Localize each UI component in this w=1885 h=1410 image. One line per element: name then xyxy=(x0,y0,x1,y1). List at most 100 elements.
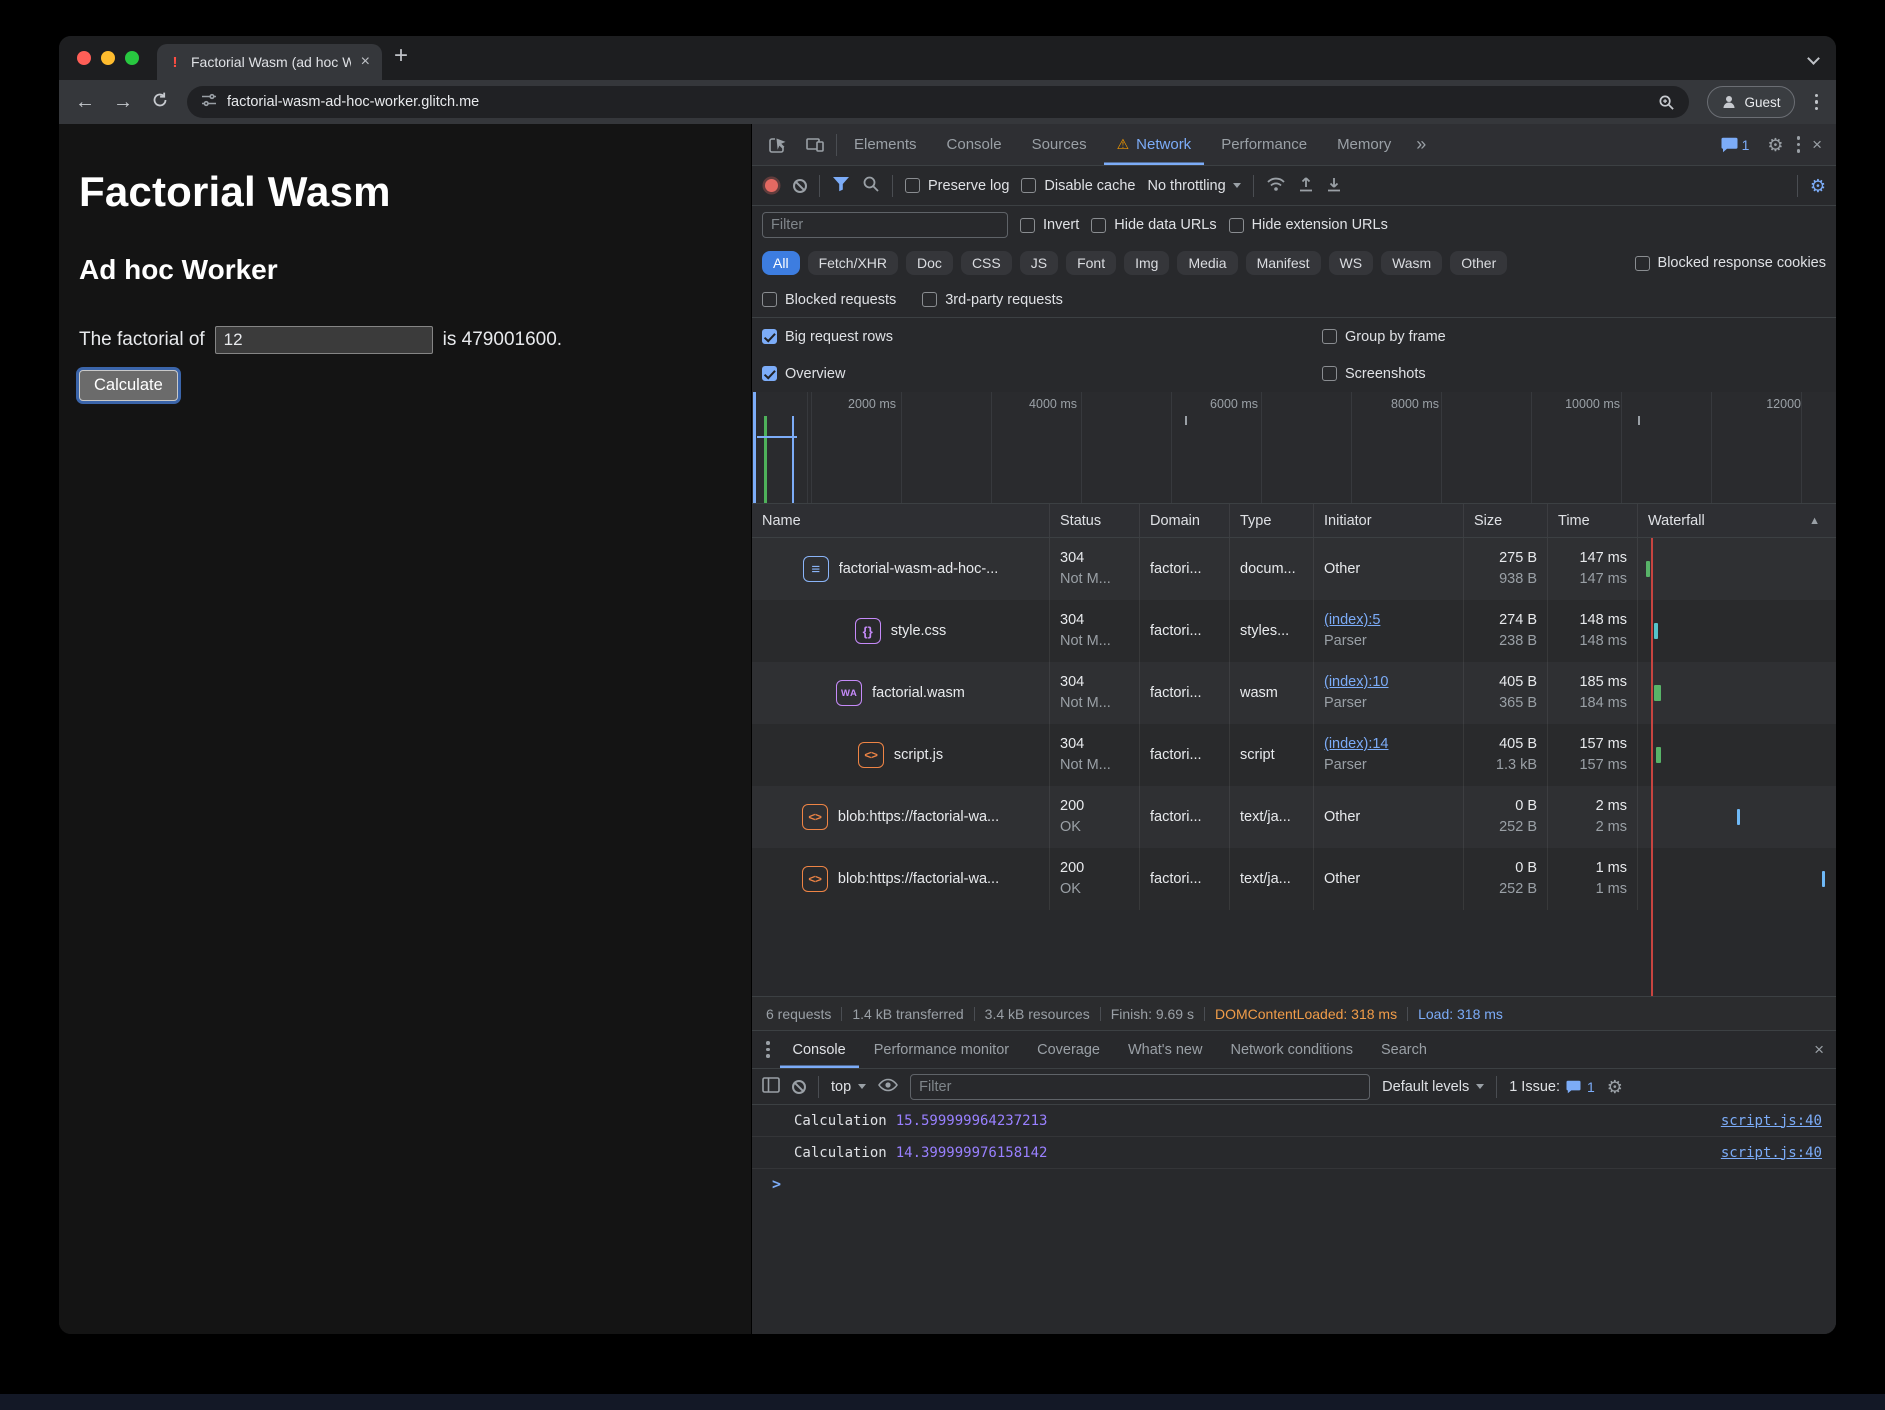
table-row[interactable]: <> blob:https://factorial-wa... 200OK fa… xyxy=(752,848,1836,910)
devtools-settings-button[interactable]: ⚙ xyxy=(1760,132,1790,158)
filter-chip-font[interactable]: Font xyxy=(1066,251,1116,275)
table-row[interactable]: ≡ factorial-wasm-ad-hoc-... 304Not M... … xyxy=(752,538,1836,600)
initiator-link[interactable]: (index):10 xyxy=(1324,672,1453,693)
big-request-rows-option[interactable]: Big request rows xyxy=(762,329,1310,345)
column-header-size[interactable]: Size xyxy=(1464,504,1548,537)
record-network-log-button[interactable] xyxy=(765,179,778,192)
filter-chip-wasm[interactable]: Wasm xyxy=(1381,251,1442,275)
preserve-log-option[interactable]: Preserve log xyxy=(905,178,1009,194)
drawer-tab-network-conditions[interactable]: Network conditions xyxy=(1217,1031,1366,1068)
disable-cache-checkbox[interactable] xyxy=(1021,178,1036,193)
issues-counter-button[interactable]: 1 xyxy=(1714,133,1757,157)
network-filter-input[interactable] xyxy=(762,212,1008,238)
drawer-tab-console[interactable]: Console xyxy=(780,1031,859,1068)
tab-search-button[interactable] xyxy=(1809,50,1818,68)
filter-toggle-button[interactable] xyxy=(832,176,850,196)
factorial-input[interactable] xyxy=(215,326,433,354)
profile-button[interactable]: Guest xyxy=(1707,86,1794,118)
import-har-button[interactable] xyxy=(1298,175,1314,197)
devtools-close-button[interactable]: × xyxy=(1806,134,1828,155)
throttling-dropdown[interactable]: No throttling xyxy=(1147,178,1240,194)
drawer-tab-performance-monitor[interactable]: Performance monitor xyxy=(861,1031,1022,1068)
minimize-window-button[interactable] xyxy=(101,51,115,65)
overview-option[interactable]: Overview xyxy=(762,366,1310,382)
zoom-indicator[interactable] xyxy=(1658,94,1675,111)
devtools-tab-memory[interactable]: Memory xyxy=(1324,124,1404,165)
filter-chip-manifest[interactable]: Manifest xyxy=(1246,251,1321,275)
reload-button[interactable] xyxy=(151,91,169,114)
url-bar[interactable]: factorial-wasm-ad-hoc-worker.glitch.me xyxy=(187,86,1689,118)
invert-option[interactable]: Invert xyxy=(1020,217,1079,233)
big-request-rows-checkbox[interactable] xyxy=(762,329,777,344)
console-eye-button[interactable] xyxy=(878,1078,898,1096)
back-button[interactable]: ← xyxy=(75,92,95,112)
drawer-tab-search[interactable]: Search xyxy=(1368,1031,1440,1068)
filter-chip-fetch-xhr[interactable]: Fetch/XHR xyxy=(808,251,898,275)
column-header-initiator[interactable]: Initiator xyxy=(1314,504,1464,537)
blocked-response-cookies-checkbox[interactable] xyxy=(1635,256,1650,271)
close-window-button[interactable] xyxy=(77,51,91,65)
message-source-link[interactable]: script.js:40 xyxy=(1721,1145,1822,1161)
column-header-status[interactable]: Status xyxy=(1050,504,1140,537)
browser-tab[interactable]: ! Factorial Wasm (ad hoc Work × xyxy=(157,44,382,80)
clear-console-button[interactable] xyxy=(792,1080,806,1094)
devtools-menu-button[interactable] xyxy=(1795,134,1803,155)
filter-chip-css[interactable]: CSS xyxy=(961,251,1012,275)
network-search-button[interactable] xyxy=(862,175,880,197)
initiator-link[interactable]: (index):14 xyxy=(1324,734,1453,755)
devtools-tab-network[interactable]: ⚠ Network xyxy=(1104,124,1205,165)
blocked-response-cookies-option[interactable]: Blocked response cookies xyxy=(1635,255,1826,271)
blocked-requests-checkbox[interactable] xyxy=(762,292,777,307)
hide-data-urls-option[interactable]: Hide data URLs xyxy=(1091,217,1216,233)
network-conditions-button[interactable] xyxy=(1266,176,1286,196)
column-header-type[interactable]: Type xyxy=(1230,504,1314,537)
clear-network-log-button[interactable] xyxy=(793,179,807,193)
more-tabs-button[interactable]: » xyxy=(1408,134,1434,155)
column-header-domain[interactable]: Domain xyxy=(1140,504,1230,537)
column-header-name[interactable]: Name xyxy=(752,504,1050,537)
console-settings-button[interactable]: ⚙ xyxy=(1607,1078,1623,1096)
disable-cache-option[interactable]: Disable cache xyxy=(1021,178,1135,194)
filter-chip-media[interactable]: Media xyxy=(1177,251,1237,275)
console-filter-input[interactable] xyxy=(910,1074,1370,1100)
third-party-requests-option[interactable]: 3rd-party requests xyxy=(922,292,1063,308)
screenshots-option[interactable]: Screenshots xyxy=(1322,366,1826,382)
devtools-tab-elements[interactable]: Elements xyxy=(841,124,930,165)
console-context-dropdown[interactable]: top xyxy=(831,1079,866,1095)
blocked-requests-option[interactable]: Blocked requests xyxy=(762,292,896,308)
issues-link[interactable]: 1 Issue: 1 xyxy=(1509,1079,1595,1095)
console-sidebar-toggle[interactable] xyxy=(762,1077,780,1097)
column-header-time[interactable]: Time xyxy=(1548,504,1638,537)
network-settings-button[interactable]: ⚙ xyxy=(1810,177,1826,195)
console-prompt[interactable]: > xyxy=(752,1169,1836,1199)
hide-data-urls-checkbox[interactable] xyxy=(1091,218,1106,233)
preserve-log-checkbox[interactable] xyxy=(905,178,920,193)
filter-chip-ws[interactable]: WS xyxy=(1329,251,1374,275)
network-timeline-overview[interactable]: 2000 ms 4000 ms 6000 ms 8000 ms 10000 ms… xyxy=(752,392,1836,504)
browser-menu-button[interactable] xyxy=(1813,92,1821,113)
filter-chip-all[interactable]: All xyxy=(762,251,800,275)
fullscreen-window-button[interactable] xyxy=(125,51,139,65)
devtools-tab-sources[interactable]: Sources xyxy=(1019,124,1100,165)
drawer-tab-whats-new[interactable]: What's new xyxy=(1115,1031,1216,1068)
hide-extension-urls-checkbox[interactable] xyxy=(1229,218,1244,233)
message-source-link[interactable]: script.js:40 xyxy=(1721,1113,1822,1129)
filter-chip-other[interactable]: Other xyxy=(1450,251,1507,275)
inspect-element-button[interactable] xyxy=(760,131,794,159)
new-tab-button[interactable]: + xyxy=(382,44,420,72)
table-row[interactable]: WA factorial.wasm 304Not M... factori...… xyxy=(752,662,1836,724)
device-toolbar-button[interactable] xyxy=(798,131,832,159)
calculate-button[interactable]: Calculate xyxy=(79,370,178,401)
screenshots-checkbox[interactable] xyxy=(1322,366,1337,381)
console-levels-dropdown[interactable]: Default levels xyxy=(1382,1079,1484,1095)
export-har-button[interactable] xyxy=(1326,175,1342,197)
invert-checkbox[interactable] xyxy=(1020,218,1035,233)
column-header-waterfall[interactable]: Waterfall ▲ xyxy=(1638,504,1836,537)
drawer-menu-button[interactable] xyxy=(764,1039,772,1060)
drawer-close-button[interactable]: × xyxy=(1808,1039,1830,1060)
hide-extension-urls-option[interactable]: Hide extension URLs xyxy=(1229,217,1388,233)
console-message[interactable]: Calculation 14.399999976158142 script.js… xyxy=(752,1137,1836,1169)
filter-chip-js[interactable]: JS xyxy=(1020,251,1058,275)
initiator-link[interactable]: (index):5 xyxy=(1324,610,1453,631)
third-party-requests-checkbox[interactable] xyxy=(922,292,937,307)
